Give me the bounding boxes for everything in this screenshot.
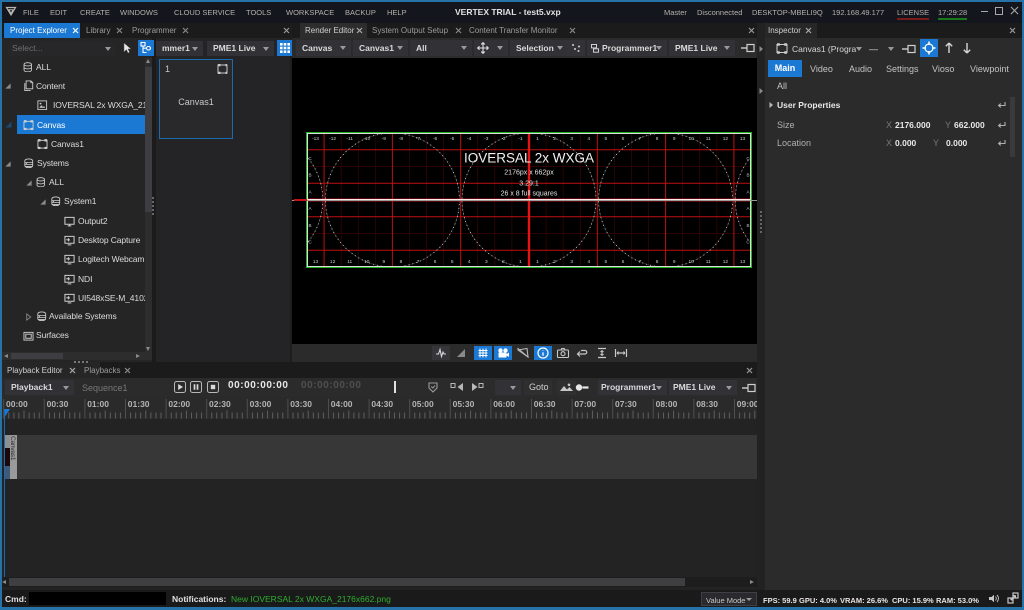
svg-text:-11: -11 [346, 136, 353, 142]
svg-text:9: 9 [673, 259, 676, 265]
svg-text:3: 3 [485, 259, 488, 265]
svg-text:10: 10 [364, 259, 370, 265]
svg-text:9: 9 [382, 259, 385, 265]
svg-text:3: 3 [570, 259, 573, 265]
svg-text:7: 7 [639, 259, 642, 265]
svg-text:11: 11 [347, 259, 352, 265]
svg-text:-9: -9 [382, 136, 387, 142]
svg-text:5: 5 [451, 259, 454, 265]
svg-text:8: 8 [400, 259, 403, 265]
svg-text:8: 8 [656, 136, 659, 142]
svg-text:3: 3 [570, 136, 573, 142]
svg-text:-5: -5 [450, 136, 455, 142]
svg-text:7: 7 [417, 259, 420, 265]
svg-text:-13: -13 [312, 136, 319, 142]
svg-text:5: 5 [604, 136, 607, 142]
svg-text:26 x 8 full squares: 26 x 8 full squares [501, 191, 558, 198]
svg-text:6: 6 [434, 259, 437, 265]
svg-text:7: 7 [639, 136, 642, 142]
svg-text:B: B [746, 173, 749, 178]
svg-text:1: 1 [536, 259, 539, 265]
svg-text:-2: -2 [501, 136, 506, 142]
svg-text:-8: -8 [399, 136, 404, 142]
svg-text:-6: -6 [433, 136, 438, 142]
svg-text:5: 5 [604, 259, 607, 265]
svg-text:6: 6 [622, 259, 625, 265]
svg-text:4: 4 [468, 259, 471, 265]
svg-text:IOVERSAL 2x WXGA: IOVERSAL 2x WXGA [464, 151, 594, 166]
svg-text:-1: -1 [518, 136, 523, 142]
svg-text:4: 4 [587, 136, 590, 142]
svg-text:12: 12 [723, 259, 729, 265]
svg-text:11: 11 [706, 136, 711, 142]
svg-text:13: 13 [740, 259, 746, 265]
svg-text:2: 2 [553, 259, 556, 265]
svg-text:9: 9 [673, 136, 676, 142]
svg-text:-10: -10 [363, 136, 370, 142]
svg-text:11: 11 [706, 259, 711, 265]
svg-text:8: 8 [656, 259, 659, 265]
svg-text:1: 1 [536, 136, 539, 142]
svg-text:1: 1 [519, 259, 522, 265]
svg-text:B: B [308, 223, 311, 228]
svg-text:-4: -4 [467, 136, 472, 142]
svg-text:13: 13 [313, 259, 319, 265]
svg-text:-12: -12 [329, 136, 336, 142]
svg-text:-7: -7 [416, 136, 421, 142]
svg-text:13: 13 [740, 136, 746, 142]
svg-text:12: 12 [330, 259, 336, 265]
svg-text:2: 2 [553, 136, 556, 142]
svg-text:3.29:1: 3.29:1 [519, 181, 539, 188]
svg-text:6: 6 [622, 136, 625, 142]
svg-text:2176px x 662px: 2176px x 662px [504, 170, 554, 177]
svg-text:B: B [746, 223, 749, 228]
svg-text:2: 2 [502, 259, 505, 265]
svg-text:12: 12 [723, 136, 729, 142]
svg-text:10: 10 [689, 259, 695, 265]
svg-text:B: B [308, 173, 311, 178]
svg-text:-3: -3 [484, 136, 489, 142]
svg-text:10: 10 [689, 136, 695, 142]
svg-text:4: 4 [587, 259, 590, 265]
